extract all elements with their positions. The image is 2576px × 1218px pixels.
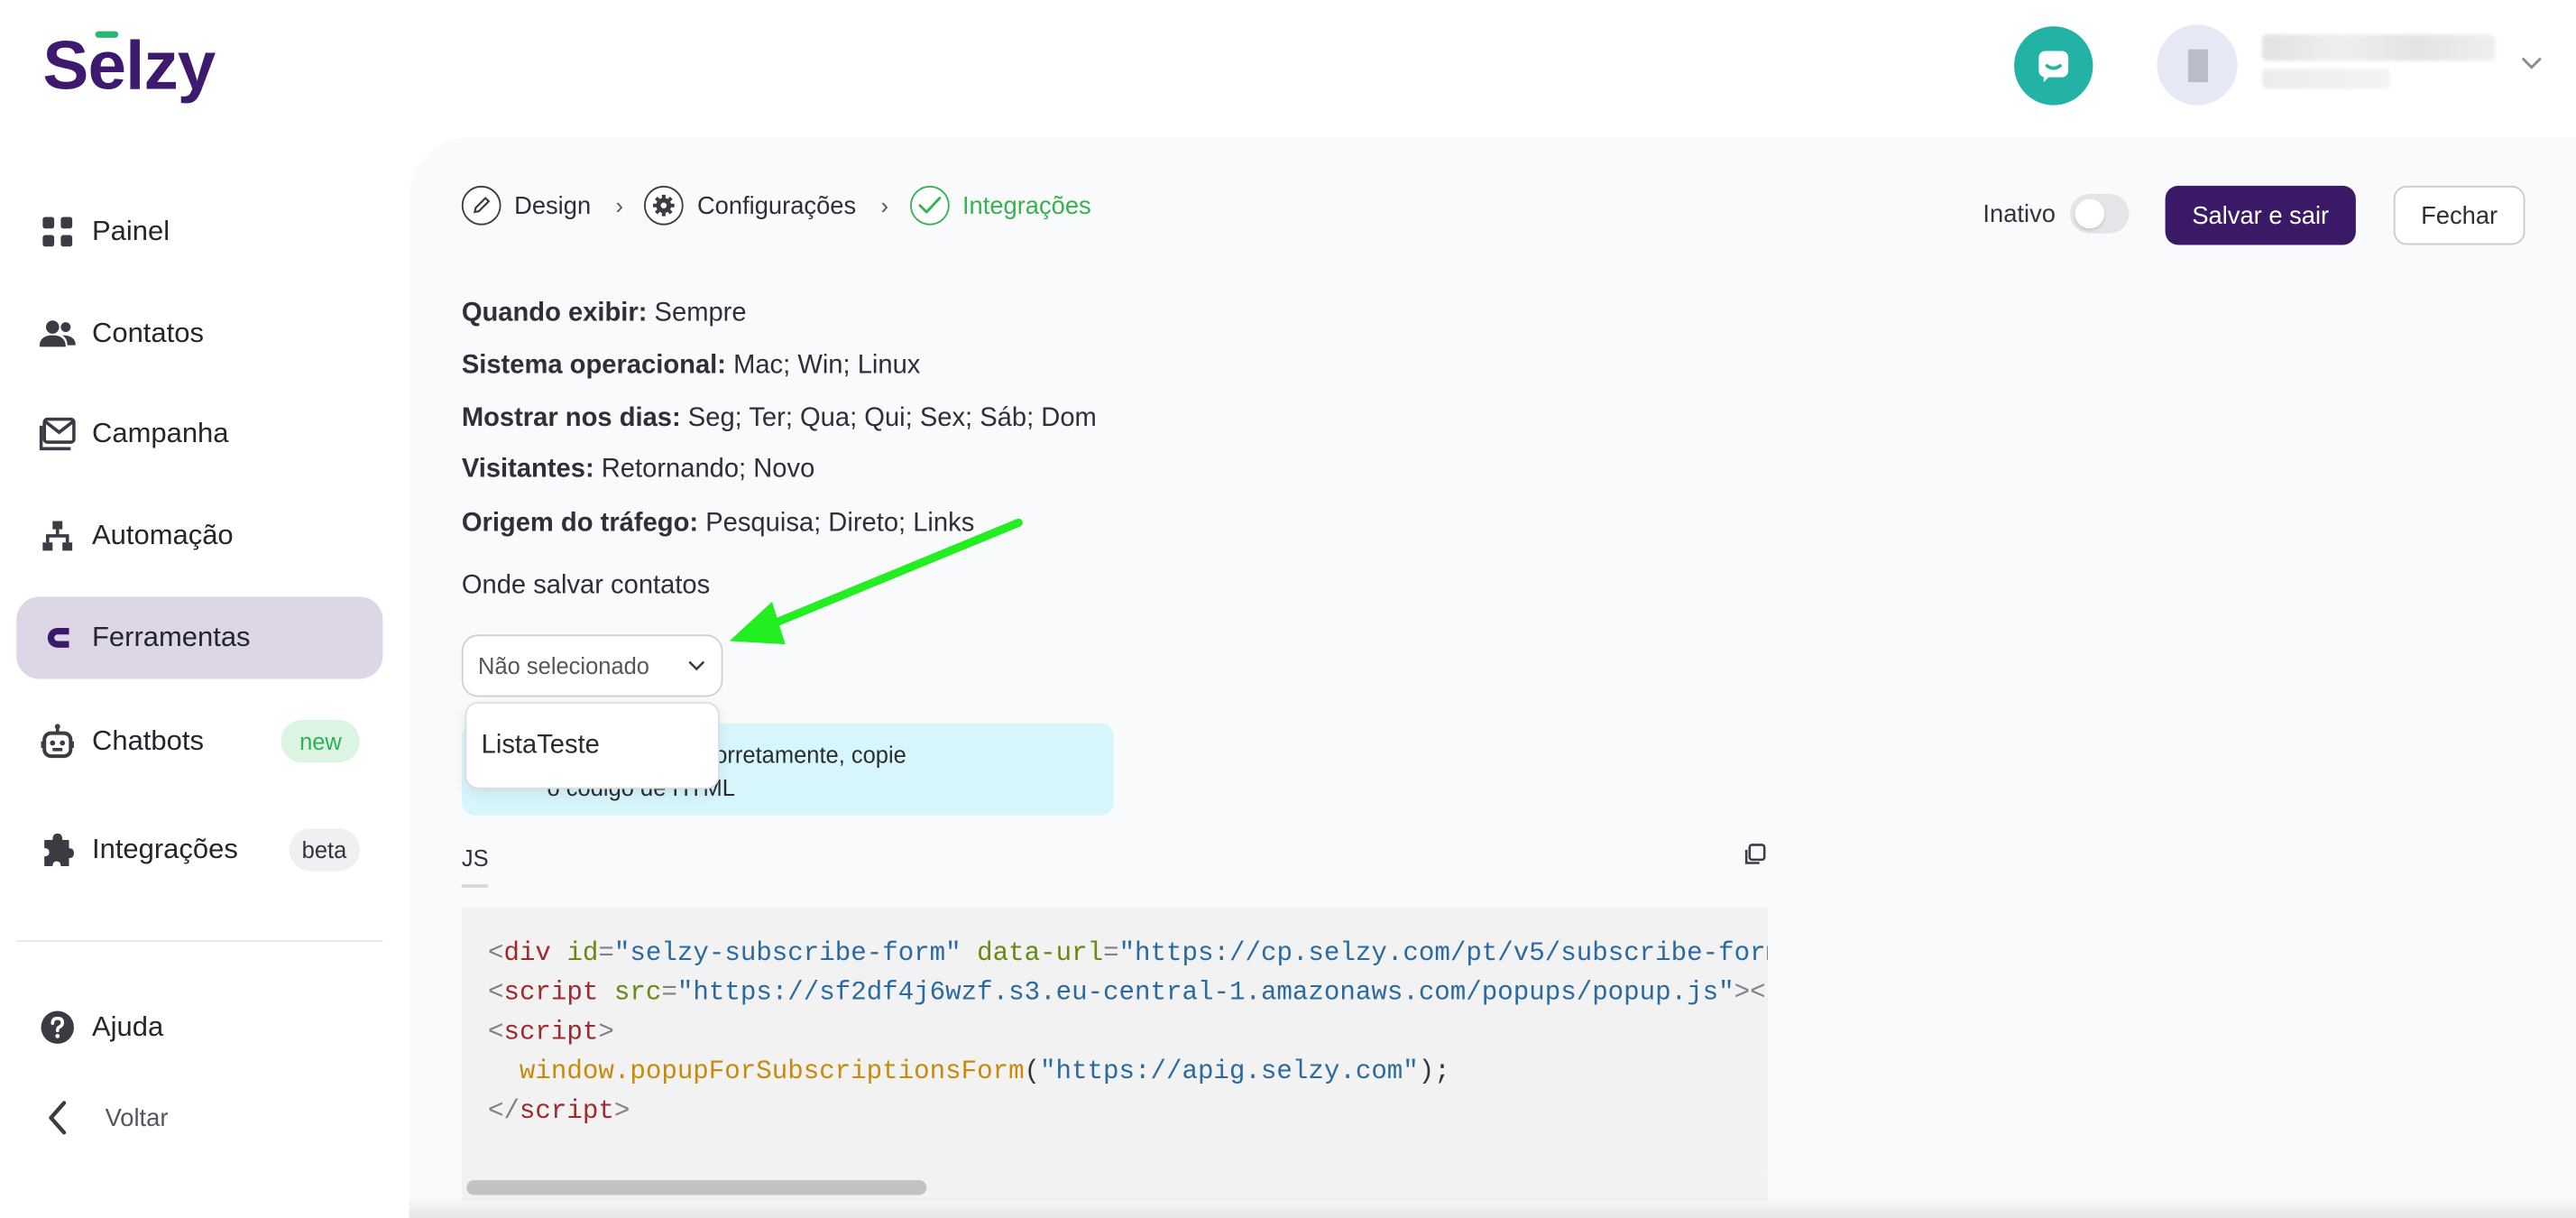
sidebar-item-label: Ferramentas — [91, 621, 251, 653]
step-design[interactable]: Design — [461, 185, 592, 226]
setting-key: Mostrar nos dias: — [461, 404, 681, 433]
sidebar-item-painel[interactable]: Painel — [16, 190, 382, 272]
sidebar-item-contatos[interactable]: Contatos — [16, 292, 382, 374]
check-icon — [909, 185, 950, 226]
sidebar-item-label: Automação — [91, 519, 234, 551]
avatar[interactable] — [2157, 24, 2238, 106]
sidebar-item-label: Contatos — [91, 317, 204, 349]
code-line-2: <script src="https://sf2df4j6wzf.s3.eu-c… — [487, 978, 1768, 1008]
step-label: Configurações — [696, 191, 857, 220]
dropdown-option[interactable]: ListaTeste — [482, 732, 600, 761]
code-line-5: </script> — [487, 1096, 630, 1127]
puzzle-icon — [40, 832, 76, 868]
save-and-exit-button[interactable]: Salvar e sair — [2165, 185, 2356, 245]
back-label: Voltar — [105, 1103, 169, 1132]
sidebar-item-automacao[interactable]: Automação — [16, 494, 382, 577]
setting-key: Quando exibir: — [461, 299, 648, 328]
step-configuracoes[interactable]: Configurações — [644, 185, 857, 226]
setting-key: Origem do tráfego: — [461, 509, 699, 538]
sidebar-item-ajuda[interactable]: Ajuda — [16, 986, 382, 1068]
campaign-mail-icon — [39, 416, 76, 452]
setting-value: Sempre — [647, 299, 747, 328]
tab-underline — [461, 884, 488, 888]
setting-key: Sistema operacional: — [461, 351, 726, 380]
contacts-save-label: Onde salvar contatos — [461, 572, 711, 600]
sidebar-item-campanha[interactable]: Campanha — [16, 392, 382, 475]
robot-icon — [40, 724, 76, 760]
code-line-4: window.popupForSubscriptionsForm("https:… — [519, 1057, 1450, 1087]
setting-when-show: Quando exibir: Sempre — [462, 300, 747, 329]
code-line-1: <div id="selzy-subscribe-form" data-url=… — [487, 938, 1768, 969]
help-circle-icon — [40, 1010, 76, 1046]
contact-list-select[interactable]: Não selecionado — [461, 634, 723, 697]
gear-icon — [644, 185, 685, 226]
setting-visitors: Visitantes: Retornando; Novo — [462, 456, 814, 485]
chevron-down-icon — [688, 660, 704, 671]
code-block[interactable]: <div id="selzy-subscribe-form" data-url=… — [461, 907, 1768, 1174]
contacts-icon — [39, 316, 76, 352]
step-label: Design — [514, 191, 592, 220]
sidebar-item-label: Integrações — [91, 833, 238, 865]
active-switch[interactable] — [2070, 193, 2130, 234]
beta-badge: beta — [289, 828, 360, 872]
scrollbar-thumb[interactable] — [466, 1180, 927, 1195]
selzy-logo[interactable]: Selzy — [42, 26, 216, 105]
status-label: Inativo — [1983, 199, 2056, 228]
sidebar-item-label: Campanha — [91, 417, 229, 449]
setting-key: Visitantes: — [461, 455, 594, 484]
step-integracoes[interactable]: Integrações — [909, 185, 1091, 226]
setting-value: Retornando; Novo — [593, 455, 815, 484]
sidebar-item-chatbots[interactable]: Chatbots new — [16, 700, 382, 782]
step-separator: › — [615, 192, 623, 219]
setting-days: Mostrar nos dias: Seg; Ter; Qua; Qui; Se… — [462, 404, 1097, 434]
code-line-3: <script> — [487, 1017, 614, 1047]
status-toggle: Inativo — [1983, 193, 2130, 234]
setting-value: Seg; Ter; Qua; Qui; Sex; Sáb; Dom — [680, 404, 1097, 433]
copy-icon[interactable] — [1742, 842, 1768, 868]
step-label: Integrações — [961, 191, 1091, 220]
step-separator: › — [880, 192, 888, 219]
sidebar-item-label: Ajuda — [91, 1010, 164, 1043]
setting-os: Sistema operacional: Mac; Win; Linux — [462, 352, 921, 382]
sidebar-divider — [16, 940, 383, 942]
select-value: Não selecionado — [478, 652, 649, 679]
user-email-redacted — [2262, 69, 2391, 89]
back-button[interactable]: Voltar — [16, 1076, 382, 1158]
bottom-shadow — [409, 1196, 2576, 1218]
magnet-icon — [40, 620, 76, 656]
user-name-redacted[interactable] — [2262, 34, 2496, 61]
chat-bubble-icon-glyph — [2038, 51, 2069, 83]
stepper: Design › Configurações › Integrações — [461, 184, 1091, 226]
sidebar-item-integracoes[interactable]: Integrações beta — [16, 808, 382, 890]
chevron-down-icon[interactable] — [2518, 50, 2544, 76]
automation-tree-icon — [40, 518, 76, 554]
sidebar-item-ferramentas[interactable]: Ferramentas — [16, 596, 383, 679]
chevron-left-icon — [40, 1100, 76, 1136]
annotation-arrow — [729, 518, 1023, 645]
tab-js[interactable]: JS — [462, 844, 489, 871]
sidebar-item-label: Chatbots — [91, 724, 204, 757]
contact-list-dropdown: ListaTeste — [465, 701, 720, 789]
new-badge: new — [281, 719, 360, 763]
dashboard-grid-icon — [40, 214, 76, 250]
setting-value: Mac; Win; Linux — [725, 351, 921, 380]
pencil-icon — [461, 185, 501, 226]
sidebar-item-label: Painel — [91, 215, 170, 247]
chat-bubble-icon[interactable] — [2014, 26, 2093, 106]
close-button[interactable]: Fechar — [2393, 185, 2525, 245]
